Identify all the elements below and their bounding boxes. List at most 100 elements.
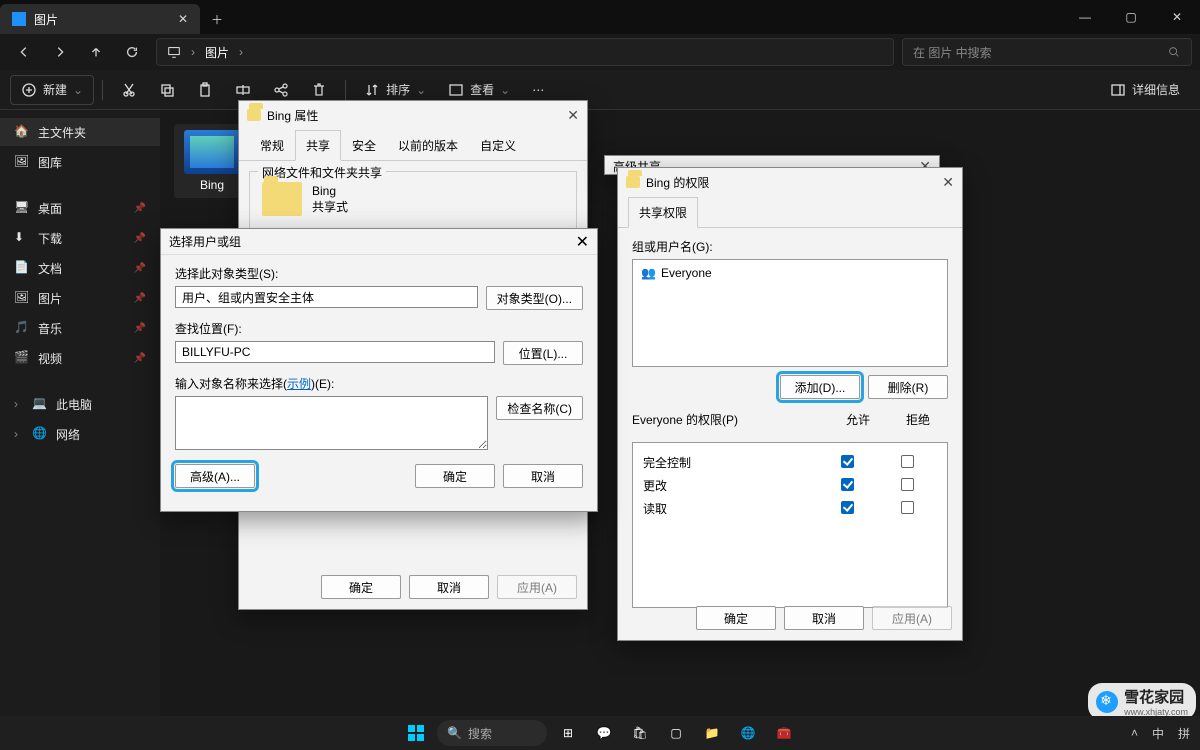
sidebar-item-gallery[interactable]: 🖼图库 [0, 148, 160, 176]
sidebar-item-pictures[interactable]: 🖼图片📌 [0, 284, 160, 312]
object-type-field [175, 286, 478, 308]
start-button[interactable] [401, 718, 431, 748]
chevron-right-icon: › [191, 45, 195, 59]
examples-link[interactable]: 示例 [287, 377, 311, 391]
object-names-input[interactable] [175, 396, 488, 450]
tab-sharing[interactable]: 共享 [295, 130, 341, 161]
ok-button[interactable]: 确定 [696, 606, 776, 630]
allow-checkbox[interactable] [841, 478, 854, 491]
list-item[interactable]: 👥 Everyone [637, 264, 943, 282]
advanced-button[interactable]: 高级(A)... [175, 464, 255, 488]
sidebar-item-music[interactable]: 🎵音乐📌 [0, 314, 160, 342]
copy-icon [159, 82, 175, 98]
deny-header: 拒绝 [888, 411, 948, 428]
sidebar-item-home[interactable]: 🏠主文件夹 [0, 118, 160, 146]
system-tray[interactable]: ˄ 中 拼 [1131, 725, 1190, 742]
forward-button[interactable] [44, 38, 76, 66]
dialog-titlebar[interactable]: Bing 的权限 ✕ [618, 168, 962, 196]
taskbar-app[interactable]: 🧰 [769, 718, 799, 748]
ok-button[interactable]: 确定 [415, 464, 495, 488]
folder-icon [184, 130, 240, 174]
sidebar-item-videos[interactable]: 🎬视频📌 [0, 344, 160, 372]
permissions-label: Everyone 的权限(P) [632, 411, 828, 428]
ime-mode[interactable]: 拼 [1178, 725, 1190, 742]
close-tab-icon[interactable]: ✕ [178, 12, 188, 26]
apply-button[interactable]: 应用(A) [872, 606, 952, 630]
taskbar-search[interactable]: 🔍搜索 [437, 720, 547, 746]
cancel-button[interactable]: 取消 [503, 464, 583, 488]
monitor-icon [167, 45, 181, 59]
cancel-button[interactable]: 取消 [784, 606, 864, 630]
sidebar-item-desktop[interactable]: 🖥桌面📌 [0, 194, 160, 222]
taskbar-app[interactable]: 🛍 [625, 718, 655, 748]
apply-button[interactable]: 应用(A) [497, 575, 577, 599]
remove-button[interactable]: 删除(R) [868, 375, 948, 399]
sidebar-item-thispc[interactable]: ›💻此电脑 [0, 390, 160, 418]
pin-icon: 📌 [134, 293, 146, 304]
taskbar-explorer[interactable]: 📁 [697, 718, 727, 748]
pin-icon: 📌 [134, 263, 146, 274]
tab-general[interactable]: 常规 [249, 130, 295, 161]
network-sharing-group: 网络文件和文件夹共享 Bing 共享式 [249, 171, 577, 231]
details-button[interactable]: 详细信息 [1100, 75, 1190, 105]
allow-checkbox[interactable] [841, 455, 854, 468]
trash-icon [311, 82, 327, 98]
cancel-button[interactable]: 取消 [409, 575, 489, 599]
deny-checkbox[interactable] [901, 501, 914, 514]
ime-indicator[interactable]: 中 [1152, 725, 1164, 742]
deny-checkbox[interactable] [901, 455, 914, 468]
permissions-table: 完全控制 更改 读取 [632, 442, 948, 608]
deny-checkbox[interactable] [901, 478, 914, 491]
table-row: 更改 [643, 474, 937, 497]
breadcrumb-segment[interactable]: 图片 [205, 44, 229, 61]
allow-checkbox[interactable] [841, 501, 854, 514]
dialog-titlebar[interactable]: Bing 属性 ✕ [239, 101, 587, 129]
tab-customize[interactable]: 自定义 [469, 130, 527, 161]
object-types-button[interactable]: 对象类型(O)... [486, 286, 583, 310]
users-listbox[interactable]: 👥 Everyone [632, 259, 948, 367]
location-field [175, 341, 495, 363]
download-icon: ⬇ [14, 230, 30, 246]
cut-button[interactable] [111, 75, 147, 105]
sidebar-item-documents[interactable]: 📄文档📌 [0, 254, 160, 282]
close-icon[interactable]: ✕ [567, 107, 579, 124]
up-button[interactable] [80, 38, 112, 66]
taskbar-app[interactable]: ▢ [661, 718, 691, 748]
paste-icon [197, 82, 213, 98]
tab-security[interactable]: 安全 [341, 130, 387, 161]
sidebar: 🏠主文件夹 🖼图库 🖥桌面📌 ⬇下载📌 📄文档📌 🖼图片📌 🎵音乐📌 🎬视频📌 … [0, 110, 160, 724]
sidebar-item-downloads[interactable]: ⬇下载📌 [0, 224, 160, 252]
gallery-icon: 🖼 [14, 154, 30, 170]
search-input[interactable]: 在 图片 中搜索 [902, 38, 1192, 66]
close-icon[interactable]: ✕ [576, 232, 589, 252]
minimize-button[interactable]: — [1062, 0, 1108, 34]
add-button[interactable]: 添加(D)... [780, 375, 860, 399]
back-button[interactable] [8, 38, 40, 66]
maximize-button[interactable]: ▢ [1108, 0, 1154, 34]
refresh-button[interactable] [116, 38, 148, 66]
taskbar-app[interactable]: 💬 [589, 718, 619, 748]
close-icon[interactable]: ✕ [942, 174, 954, 191]
close-button[interactable]: ✕ [1154, 0, 1200, 34]
paste-button[interactable] [187, 75, 223, 105]
dialog-titlebar[interactable]: 选择用户或组 ✕ [161, 229, 597, 255]
sidebar-item-network[interactable]: ›🌐网络 [0, 420, 160, 448]
search-placeholder: 在 图片 中搜索 [913, 44, 992, 61]
check-names-button[interactable]: 检查名称(C) [496, 396, 583, 420]
new-button[interactable]: 新建 ⌄ [10, 75, 94, 105]
ok-button[interactable]: 确定 [321, 575, 401, 599]
new-tab-button[interactable]: ＋ [200, 4, 234, 34]
tab-share-permissions[interactable]: 共享权限 [628, 197, 698, 228]
copy-button[interactable] [149, 75, 185, 105]
tray-chevron-icon[interactable]: ˄ [1131, 726, 1138, 740]
tab-previous-versions[interactable]: 以前的版本 [387, 130, 469, 161]
task-view-button[interactable]: ⊞ [553, 718, 583, 748]
breadcrumb[interactable]: › 图片 › [156, 38, 894, 66]
chevron-right-icon: › [14, 427, 24, 441]
locations-button[interactable]: 位置(L)... [503, 341, 583, 365]
search-icon [1167, 45, 1181, 59]
taskbar-edge[interactable]: 🌐 [733, 718, 763, 748]
explorer-tab[interactable]: 图片 ✕ [0, 4, 200, 34]
nav-bar: › 图片 › 在 图片 中搜索 [0, 34, 1200, 70]
plus-circle-icon [21, 82, 37, 98]
